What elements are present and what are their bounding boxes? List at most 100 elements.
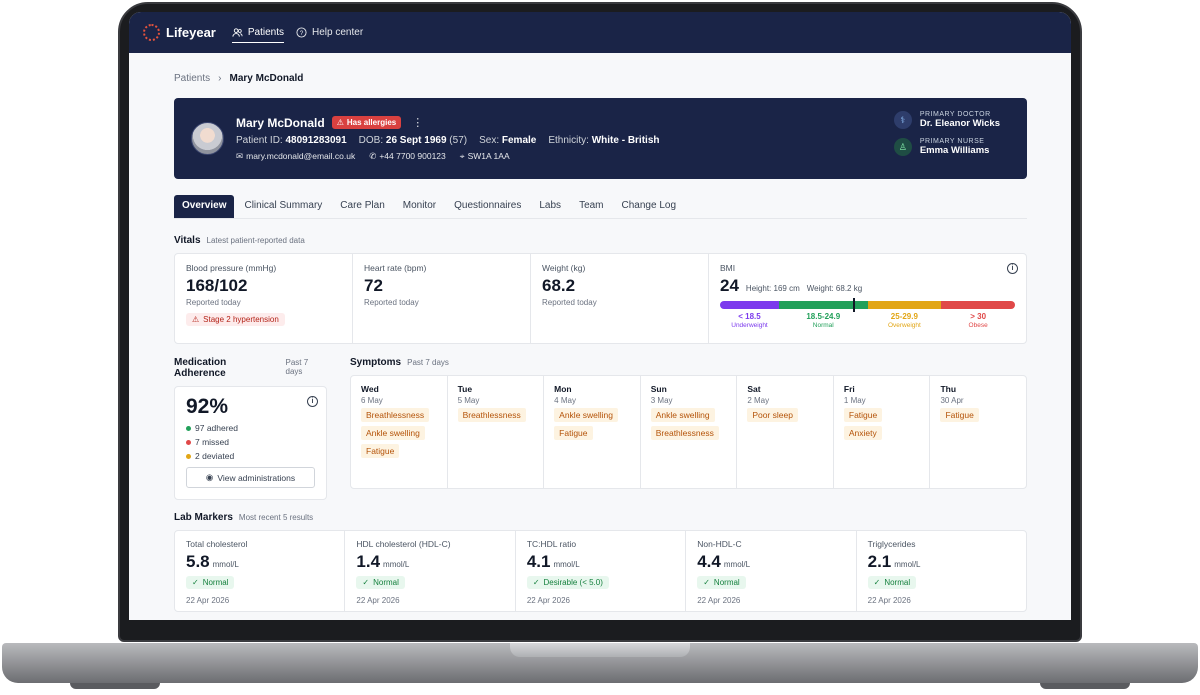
- breadcrumb: Patients › Mary McDonald: [174, 71, 1027, 85]
- day-date: 2 May: [747, 396, 770, 405]
- top-nav: Lifeyear Patients ? Help center: [129, 12, 1071, 53]
- bmi-range: > 30: [970, 312, 987, 321]
- day-date: 5 May: [457, 396, 480, 405]
- nav-help-label: Help center: [312, 27, 364, 38]
- bmi-segment-overweight: [867, 301, 942, 309]
- nav-patients-label: Patients: [247, 26, 285, 38]
- nurse-name: Emma Williams: [919, 145, 990, 156]
- bmi-range-name: Underweight: [731, 321, 768, 329]
- check-icon: ✓: [703, 578, 710, 587]
- bmi-value: 24: [720, 276, 739, 295]
- lab-date: 22 Apr 2026: [697, 596, 741, 605]
- symptom-tag: Breathlessness: [361, 408, 430, 422]
- tab-change-log[interactable]: Change Log: [614, 195, 685, 218]
- view-administrations-label: View administrations: [217, 472, 296, 483]
- day-date: 1 May: [843, 396, 866, 405]
- app-logo[interactable]: Lifeyear: [143, 24, 216, 41]
- warning-icon: ⚠: [336, 118, 344, 127]
- tab-care-plan[interactable]: Care Plan: [332, 195, 392, 218]
- tab-labs[interactable]: Labs: [531, 195, 569, 218]
- tab-questionnaires[interactable]: Questionnaires: [446, 195, 529, 218]
- patient-email[interactable]: mary.mcdonald@email.co.uk: [246, 151, 355, 161]
- view-administrations-button[interactable]: ◉ View administrations: [186, 467, 315, 488]
- bmi-segment-underweight: [720, 301, 779, 309]
- day-name: Wed: [361, 384, 379, 394]
- lab-name: TC:HDL ratio: [526, 539, 577, 549]
- tab-monitor[interactable]: Monitor: [395, 195, 444, 218]
- app-screen: Lifeyear Patients ? Help center Patients…: [129, 12, 1071, 620]
- patient-phone[interactable]: +44 7700 900123: [379, 151, 445, 161]
- adherence-value: 92%: [186, 395, 229, 418]
- tab-overview[interactable]: Overview: [174, 195, 235, 218]
- adherence-subtitle: Past 7 days: [285, 358, 309, 376]
- main-content: Patients › Mary McDonald Mary McDonald ⚠…: [129, 71, 1071, 612]
- adhered-count: 97 adhered: [186, 423, 315, 433]
- allergy-badge[interactable]: ⚠ Has allergies: [331, 116, 402, 129]
- lab-name: HDL cholesterol (HDL-C): [356, 539, 451, 549]
- bmi-legend-overweight: 25-29.9 Overweight: [868, 312, 942, 329]
- doctor-name: Dr. Eleanor Wicks: [919, 118, 1000, 129]
- ethnicity-value: White - British: [591, 134, 660, 146]
- day-name: Sat: [747, 384, 761, 394]
- tab-clinical-summary[interactable]: Clinical Summary: [236, 195, 330, 218]
- tab-bar: Overview Clinical Summary Care Plan Monitor…: [174, 195, 1027, 219]
- more-options-icon[interactable]: ⋮: [412, 116, 423, 129]
- check-icon: ✓: [873, 578, 881, 587]
- breadcrumb-parent[interactable]: Patients: [174, 73, 210, 84]
- patient-contacts: ✉ mary.mcdonald@email.co.uk ✆ +44 7700 900…: [236, 151, 660, 162]
- patient-postcode: SW1A 1AA: [467, 151, 510, 161]
- day-name: Thu: [940, 384, 957, 394]
- symptom-day: Sun 3 May Ankle swelling Breathlessness: [641, 376, 738, 488]
- day-name: Sun: [650, 384, 667, 394]
- doctor-role: PRIMARY DOCTOR: [919, 111, 991, 118]
- bmi-marker: [852, 298, 855, 312]
- lab-unit: mmol/L: [723, 560, 751, 569]
- bp-value: 168/102: [186, 276, 248, 295]
- lab-name: Triglycerides: [867, 539, 916, 549]
- symptom-day: Mon 4 May Ankle swelling Fatigue: [544, 376, 641, 488]
- amber-dot-icon: [186, 453, 191, 459]
- lab-unit: mmol/L: [894, 560, 921, 569]
- adherence-symptoms-row: Medication Adherence Past 7 days i 92% 9…: [174, 357, 1027, 500]
- symptom-tag: Ankle swelling: [554, 408, 619, 422]
- bmi-range-name: Obese: [968, 321, 988, 329]
- tab-team[interactable]: Team: [571, 195, 611, 218]
- info-icon[interactable]: i: [307, 396, 318, 407]
- lab-unit: mmol/L: [383, 560, 410, 569]
- hr-value: 72: [364, 276, 383, 295]
- lab-value-row: 4.4 mmol/L: [697, 552, 844, 572]
- check-icon: ✓: [532, 578, 540, 587]
- adhered-label: 97 adhered: [195, 423, 239, 433]
- labs-subtitle: Most recent 5 results: [238, 513, 314, 522]
- bmi-range: < 18.5: [738, 312, 761, 321]
- vital-heart-rate: Heart rate (bpm) 72 Reported today: [353, 254, 531, 343]
- day-date: 6 May: [361, 396, 383, 405]
- dob-label: DOB:: [358, 134, 384, 146]
- svg-text:?: ?: [300, 30, 304, 37]
- lab-status: Desirable (< 5.0): [543, 578, 603, 587]
- symptoms-subtitle: Past 7 days: [407, 358, 449, 367]
- bmi-height: Height: 169 cm: [745, 284, 800, 293]
- check-icon: ✓: [362, 578, 370, 587]
- missed-label: 7 missed: [195, 437, 230, 447]
- lab-date: 22 Apr 2026: [867, 596, 911, 605]
- bmi-range: 18.5-24.9: [806, 312, 841, 321]
- nav-help-center[interactable]: ? Help center: [296, 23, 363, 42]
- users-icon: [232, 27, 243, 37]
- day-date: 4 May: [554, 396, 576, 405]
- lab-status: Normal: [373, 578, 399, 587]
- missed-count: 7 missed: [186, 437, 315, 447]
- symptoms-card: Wed 6 May Breathlessness Ankle swelling Fati…: [350, 375, 1027, 489]
- allergy-badge-label: Has allergies: [346, 118, 397, 127]
- lab-status: Normal: [202, 578, 229, 587]
- nav-patients[interactable]: Patients: [231, 23, 285, 43]
- bmi-legend-obese: > 30 Obese: [941, 312, 1015, 329]
- symptom-tag: Ankle swelling: [361, 426, 425, 440]
- symptom-day: Fri 1 May Fatigue Anxiety: [834, 376, 931, 488]
- vitals-card: Blood pressure (mmHg) 168/102 Reported t…: [174, 253, 1027, 344]
- lab-unit: mmol/L: [553, 560, 580, 569]
- lab-unit: mmol/L: [212, 560, 239, 569]
- info-icon[interactable]: i: [1007, 263, 1018, 274]
- symptom-tag: Poor sleep: [747, 408, 798, 422]
- patient-name: Mary McDonald: [236, 115, 325, 130]
